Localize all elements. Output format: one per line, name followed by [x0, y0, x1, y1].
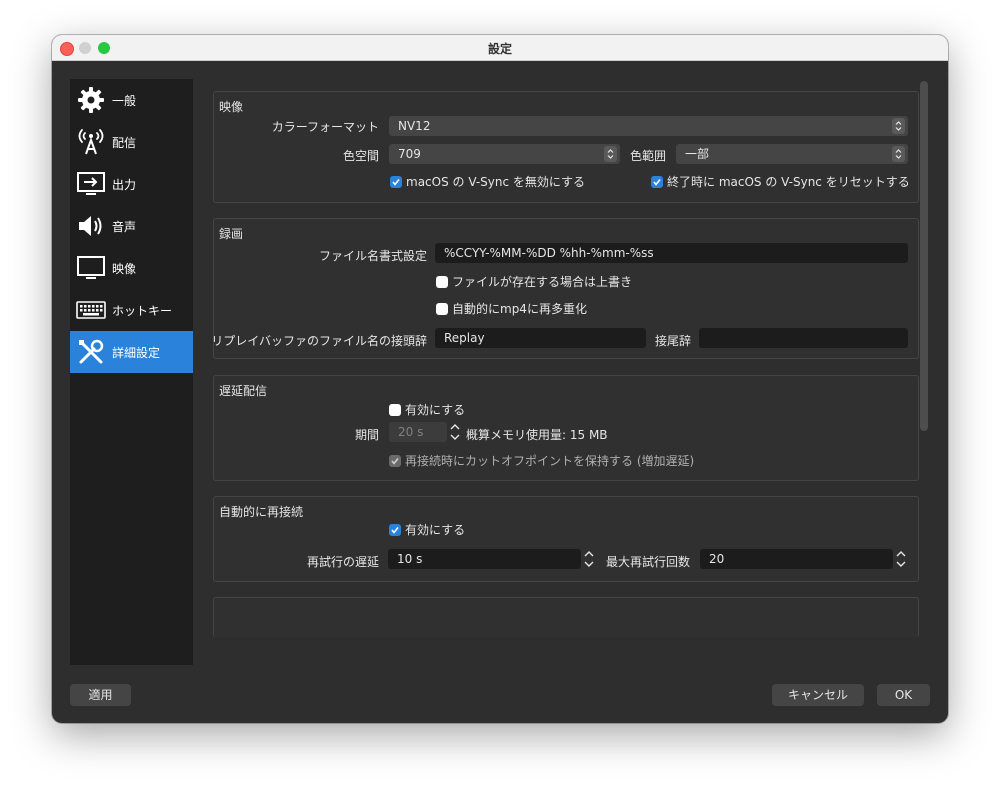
color-format-value: NV12: [398, 119, 431, 133]
settings-window: 設定 一般 配信 出力 音声 映像 ホットキー 詳細設定 映像 カラーフォーマッ…: [52, 35, 948, 723]
cancel-button[interactable]: キャンセル: [772, 684, 864, 706]
overwrite-checkbox[interactable]: ファイルが存在する場合は上書き: [436, 273, 632, 290]
color-format-label: カラーフォーマット: [271, 120, 379, 134]
filename-format-label: ファイル名書式設定: [318, 249, 427, 263]
delay-stream-group: 遅延配信 有効にする 期間 20 s 概算メモリ使用量: 15 MB 再接続時に…: [213, 375, 919, 481]
advanced-settings-panel: 映像 カラーフォーマット NV12 色空間 709 色範囲 一部 macOS の…: [52, 35, 948, 723]
checkmark-icon: [389, 454, 401, 467]
auto-reconnect-group: 自動的に再接続 有効にする 再試行の遅延 10 s 最大再試行回数 20: [213, 496, 919, 582]
checkbox-box: [436, 275, 448, 288]
group-title: 録画: [219, 227, 244, 241]
spin-arrows-icon[interactable]: [448, 421, 462, 443]
select-arrows-icon: [892, 118, 905, 134]
delay-enable-checkbox[interactable]: 有効にする: [389, 401, 465, 418]
color-space-select[interactable]: 709: [389, 144, 620, 164]
delay-enable-text: 有効にする: [405, 403, 466, 417]
disable-vsync-text: macOS の V-Sync を無効にする: [406, 175, 586, 189]
color-range-select[interactable]: 一部: [676, 144, 908, 164]
color-range-label: 色範囲: [630, 149, 667, 163]
reconnect-enable-checkbox[interactable]: 有効にする: [389, 521, 465, 538]
group-title: 遅延配信: [219, 384, 268, 398]
max-retries-spinbox[interactable]: 20: [700, 549, 893, 569]
max-retries-label: 最大再試行回数: [606, 555, 691, 569]
checkmark-icon: [389, 523, 401, 536]
group-title: 映像: [219, 100, 244, 114]
replay-prefix-value: Replay: [444, 331, 485, 345]
checkmark-icon: [651, 175, 663, 188]
ok-button[interactable]: OK: [877, 684, 930, 706]
filename-format-input[interactable]: %CCYY-%MM-%DD %hh-%mm-%ss: [435, 243, 908, 263]
remux-text: 自動的にmp4に再多重化: [452, 302, 587, 316]
checkbox-box: [389, 403, 401, 416]
vertical-scrollbar[interactable]: [920, 81, 928, 431]
retry-delay-spinbox[interactable]: 10 s: [388, 549, 581, 569]
select-arrows-icon: [892, 146, 905, 162]
filename-format-value: %CCYY-%MM-%DD %hh-%mm-%ss: [444, 246, 654, 260]
preserve-cutoff-checkbox[interactable]: 再接続時にカットオフポイントを保持する (増加遅延): [389, 452, 694, 469]
duration-label: 期間: [354, 428, 379, 442]
recording-group: 録画 ファイル名書式設定 %CCYY-%MM-%DD %hh-%mm-%ss フ…: [211, 218, 919, 359]
suffix-label: 接尾辞: [655, 334, 692, 348]
reconnect-enable-text: 有効にする: [405, 523, 466, 537]
next-group-partial: [213, 597, 919, 637]
disable-vsync-checkbox[interactable]: macOS の V-Sync を無効にする: [390, 173, 585, 190]
color-space-value: 709: [398, 147, 421, 161]
remux-checkbox[interactable]: 自動的にmp4に再多重化: [436, 300, 587, 317]
suffix-input[interactable]: [699, 328, 908, 348]
reset-vsync-checkbox[interactable]: 終了時に macOS の V-Sync をリセットする: [651, 173, 910, 190]
preserve-cutoff-text: 再接続時にカットオフポイントを保持する (増加遅延): [405, 454, 695, 468]
replay-prefix-label: リプレイバッファのファイル名の接頭辞: [211, 334, 427, 348]
memory-usage-text: 概算メモリ使用量: 15 MB: [466, 428, 608, 442]
overwrite-text: ファイルが存在する場合は上書き: [452, 275, 633, 289]
spin-arrows-icon[interactable]: [582, 548, 596, 570]
group-title: 自動的に再接続: [219, 505, 304, 519]
spin-arrows-icon[interactable]: [894, 548, 908, 570]
checkmark-icon: [390, 175, 402, 188]
color-format-select[interactable]: NV12: [389, 116, 908, 136]
video-group: 映像 カラーフォーマット NV12 色空間 709 色範囲 一部 macOS の…: [213, 91, 919, 203]
apply-button[interactable]: 適用: [70, 684, 131, 706]
color-space-label: 色空間: [342, 149, 379, 163]
retry-delay-value: 10 s: [397, 552, 423, 566]
retry-delay-label: 再試行の遅延: [306, 555, 379, 569]
replay-prefix-input[interactable]: Replay: [435, 328, 646, 348]
reset-vsync-text: 終了時に macOS の V-Sync をリセットする: [667, 175, 910, 189]
duration-spinbox[interactable]: 20 s: [389, 422, 447, 442]
color-range-value: 一部: [685, 147, 710, 161]
max-retries-value: 20: [709, 552, 725, 566]
duration-value: 20 s: [398, 425, 424, 439]
checkbox-box: [436, 302, 448, 315]
select-arrows-icon: [604, 146, 617, 162]
